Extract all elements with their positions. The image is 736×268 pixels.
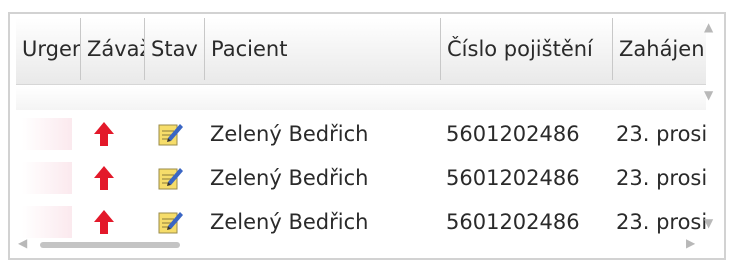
column-header-urgent[interactable]: Urgentní <box>16 18 80 80</box>
note-edit-icon <box>158 124 183 146</box>
red-up-arrow-icon <box>94 122 114 146</box>
column-header-severity[interactable]: Závažnost <box>80 18 144 80</box>
table-row[interactable]: Zelený Bedřich 5601202486 23. prosinec <box>16 156 706 200</box>
patient-list-grid: Urgentní Závažnost Stav Pacient Číslo po… <box>8 12 726 260</box>
column-header-row: Urgentní Závažnost Stav Pacient Číslo po… <box>16 18 706 85</box>
column-header-patient[interactable]: Pacient <box>204 18 440 80</box>
start-date-cell: 23. prosinec <box>616 122 706 146</box>
group-band <box>16 86 706 110</box>
urgent-cell <box>22 206 72 238</box>
note-edit-icon <box>158 212 183 234</box>
urgent-cell <box>22 162 72 194</box>
column-header-start[interactable]: Zahájení <box>612 18 706 80</box>
patient-name-cell: Zelený Bedřich <box>210 122 369 146</box>
scroll-mark-icon: ▼ <box>704 88 714 102</box>
red-up-arrow-icon <box>94 210 114 234</box>
scroll-right-icon[interactable]: ▶ <box>686 236 695 250</box>
scroll-down-icon[interactable]: ▼ <box>704 216 713 230</box>
column-header-insurance-number[interactable]: Číslo pojištění <box>440 18 612 80</box>
table-row[interactable]: Zelený Bedřich 5601202486 23. prosinec <box>16 112 706 156</box>
start-date-cell: 23. prosinec <box>616 166 706 190</box>
red-up-arrow-icon <box>94 166 114 190</box>
insurance-number-cell: 5601202486 <box>446 122 580 146</box>
horizontal-scroll-thumb[interactable] <box>40 242 180 248</box>
insurance-number-cell: 5601202486 <box>446 166 580 190</box>
scroll-left-icon[interactable]: ◀ <box>18 236 27 250</box>
urgent-cell <box>22 118 72 150</box>
note-edit-icon <box>158 168 183 190</box>
scroll-up-icon[interactable]: ▲ <box>704 20 713 34</box>
horizontal-scrollbar[interactable]: ◀ ▶ <box>16 236 706 254</box>
vertical-scrollbar[interactable]: ▲ ▼ ▼ <box>702 20 718 256</box>
column-header-status[interactable]: Stav <box>144 18 204 80</box>
patient-name-cell: Zelený Bedřich <box>210 166 369 190</box>
